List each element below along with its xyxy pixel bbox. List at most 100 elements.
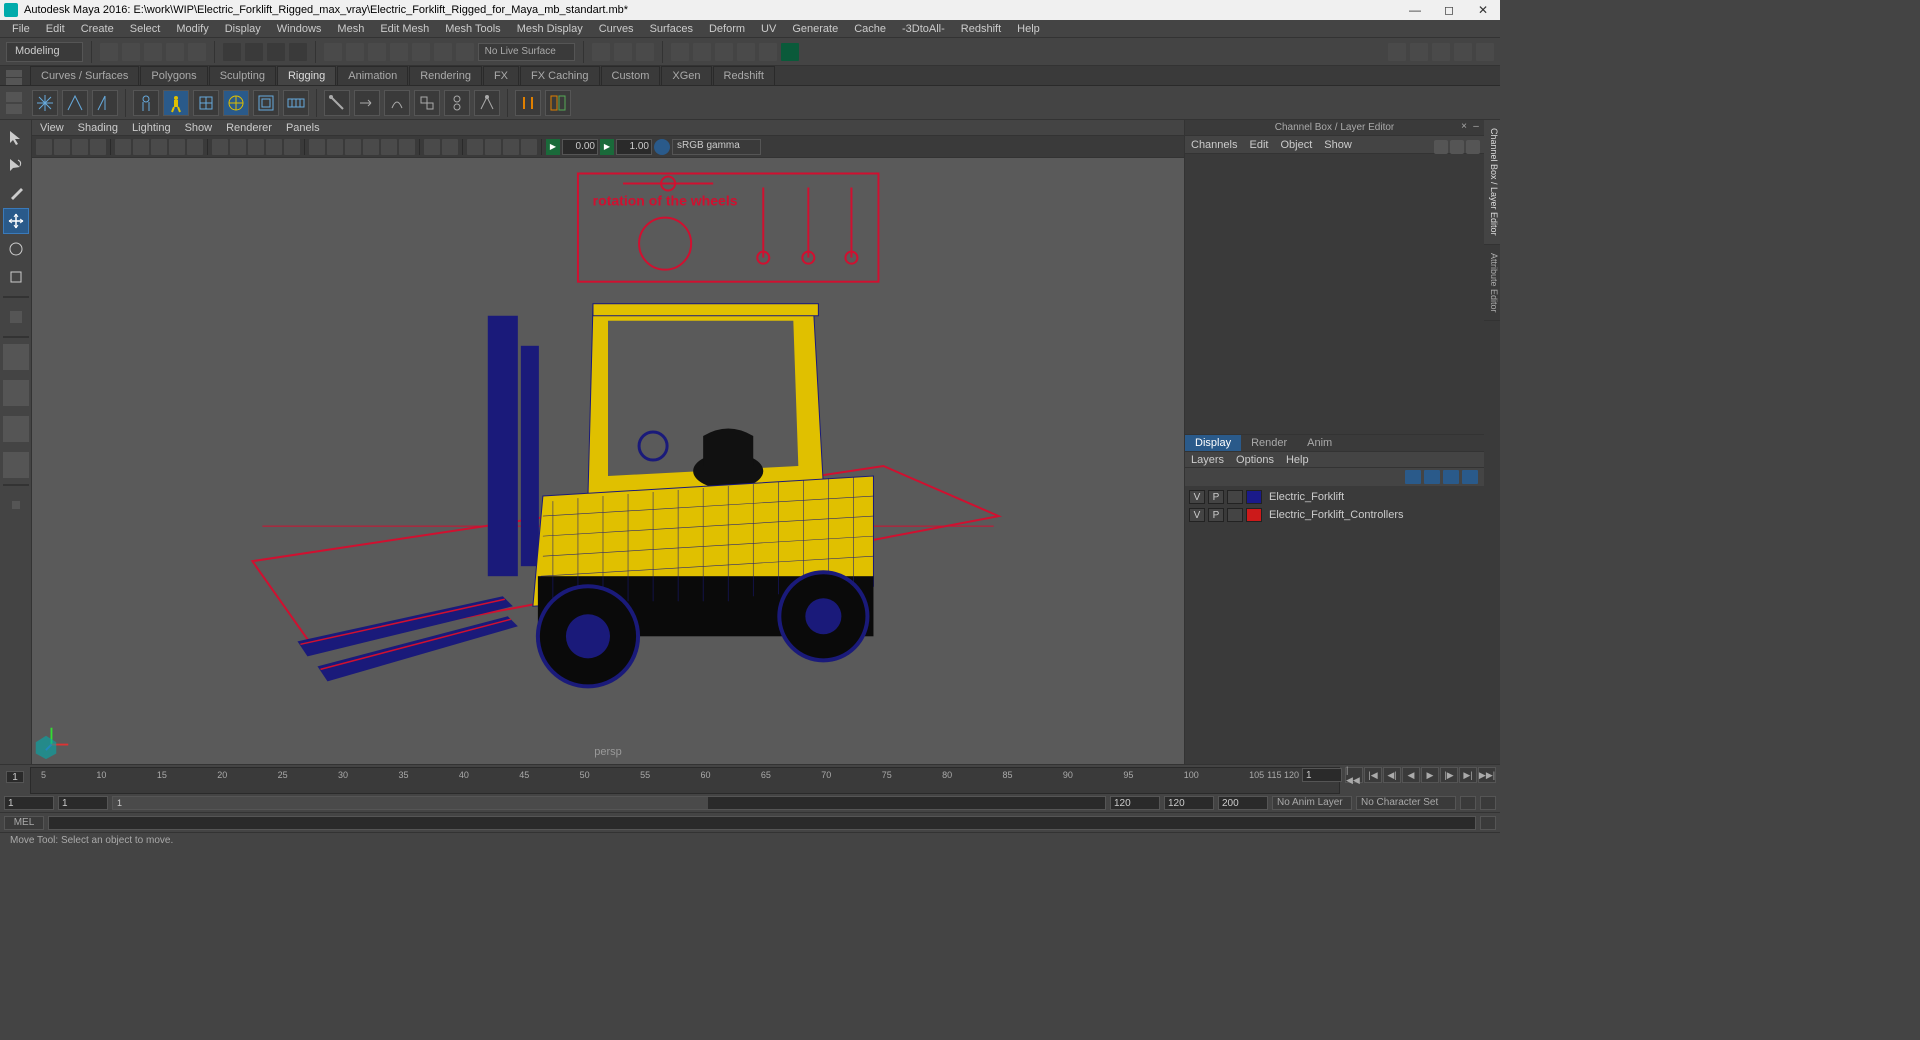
vp-icon[interactable]: [266, 139, 282, 155]
shelf-tab-sculpting[interactable]: Sculpting: [209, 66, 276, 85]
shelf-tab-animation[interactable]: Animation: [337, 66, 408, 85]
ik-spline-icon[interactable]: [92, 90, 118, 116]
render-view-icon[interactable]: [737, 43, 755, 61]
play-fwd-button[interactable]: ▶: [1421, 767, 1439, 783]
layer-vis-toggle[interactable]: V: [1189, 490, 1205, 504]
shelf-editor-icon[interactable]: [6, 92, 22, 114]
shelf-tab-fx[interactable]: FX: [483, 66, 519, 85]
menu-display[interactable]: Display: [217, 21, 269, 37]
channel-menu-channels[interactable]: Channels: [1191, 139, 1237, 151]
channel-menu-object[interactable]: Object: [1280, 139, 1312, 151]
constraint-scale-icon[interactable]: [414, 90, 440, 116]
menu-curves[interactable]: Curves: [591, 21, 642, 37]
menu-edit-mesh[interactable]: Edit Mesh: [372, 21, 437, 37]
render-globals-icon[interactable]: [781, 43, 799, 61]
blend-shape-icon[interactable]: [515, 90, 541, 116]
maximize-button[interactable]: ◻: [1432, 0, 1466, 20]
paint-tool[interactable]: [3, 180, 29, 206]
vp-menu-lighting[interactable]: Lighting: [132, 122, 171, 134]
autokey-icon[interactable]: [1460, 796, 1476, 810]
panel-layout-d-icon[interactable]: [1454, 43, 1472, 61]
snap-point-icon[interactable]: [368, 43, 386, 61]
menu-mesh-display[interactable]: Mesh Display: [509, 21, 591, 37]
toggle-icon-a[interactable]: [614, 43, 632, 61]
layout-grid-c[interactable]: [3, 416, 29, 442]
goto-end-button[interactable]: ▶▶|: [1478, 767, 1496, 783]
layout-grid-d[interactable]: [3, 452, 29, 478]
panel-min-icon[interactable]: –: [1470, 121, 1482, 132]
range-start-a[interactable]: [4, 796, 54, 810]
layer-menu-layers[interactable]: Layers: [1191, 454, 1224, 466]
vp-icon[interactable]: [424, 139, 440, 155]
vp-icon[interactable]: [503, 139, 519, 155]
layout-grid-b[interactable]: [3, 380, 29, 406]
move-tool[interactable]: [3, 208, 29, 234]
shelf-tab-xgen[interactable]: XGen: [661, 66, 711, 85]
render-settings-icon[interactable]: [715, 43, 733, 61]
shelf-tab-redshift[interactable]: Redshift: [713, 66, 775, 85]
color-mgmt-icon[interactable]: [654, 139, 670, 155]
vp-menu-renderer[interactable]: Renderer: [226, 122, 272, 134]
open-scene-icon[interactable]: [122, 43, 140, 61]
layer-playback-toggle[interactable]: P: [1208, 508, 1224, 522]
step-fwd-key-button[interactable]: ▶|: [1459, 767, 1477, 783]
vp-icon[interactable]: [309, 139, 325, 155]
snap-grid-icon[interactable]: [324, 43, 342, 61]
panel-close-icon[interactable]: ×: [1458, 121, 1470, 132]
scale-tool[interactable]: [3, 264, 29, 290]
snap-curve-icon[interactable]: [346, 43, 364, 61]
snap-plane-icon[interactable]: [390, 43, 408, 61]
menu-redshift[interactable]: Redshift: [953, 21, 1009, 37]
cur-frame-left[interactable]: 1: [6, 771, 24, 783]
wrap-icon[interactable]: [253, 90, 279, 116]
layer-tab-display[interactable]: Display: [1185, 435, 1241, 451]
layer-playback-toggle[interactable]: P: [1208, 490, 1224, 504]
layer-tab-render[interactable]: Render: [1241, 435, 1297, 451]
step-back-button[interactable]: ◀|: [1383, 767, 1401, 783]
snap-surface-icon[interactable]: [412, 43, 430, 61]
ik-handle-icon[interactable]: [62, 90, 88, 116]
ipr-render-icon[interactable]: [693, 43, 711, 61]
range-end-b[interactable]: [1164, 796, 1214, 810]
menu-file[interactable]: File: [4, 21, 38, 37]
vp-icon[interactable]: [381, 139, 397, 155]
joint-tool-icon[interactable]: [32, 90, 58, 116]
lasso-tool[interactable]: [3, 152, 29, 178]
panel-layout-b-icon[interactable]: [1410, 43, 1428, 61]
hypershade-icon[interactable]: [759, 43, 777, 61]
select-tool[interactable]: [3, 124, 29, 150]
far-clip-field[interactable]: [616, 139, 652, 155]
vp-menu-view[interactable]: View: [40, 122, 64, 134]
layer-vis-toggle[interactable]: V: [1189, 508, 1205, 522]
layer-icon[interactable]: [1405, 470, 1421, 484]
vp-icon[interactable]: [345, 139, 361, 155]
set-driven-key-icon[interactable]: [545, 90, 571, 116]
menu--dtoall-[interactable]: -3DtoAll-: [894, 21, 953, 37]
shelf-tab-curves-surfaces[interactable]: Curves / Surfaces: [30, 66, 139, 85]
vp-icon[interactable]: [521, 139, 537, 155]
live-surface-select[interactable]: No Live Surface: [478, 43, 575, 61]
panel-layout-e-icon[interactable]: [1476, 43, 1494, 61]
vp-icon[interactable]: [230, 139, 246, 155]
panel-layout-c-icon[interactable]: [1432, 43, 1450, 61]
range-end-a[interactable]: [1110, 796, 1160, 810]
vp-icon[interactable]: [327, 139, 343, 155]
skin-human-icon[interactable]: [163, 90, 189, 116]
vp-icon[interactable]: [248, 139, 264, 155]
character-set-select[interactable]: No Character Set: [1356, 796, 1456, 810]
channel-menu-edit[interactable]: Edit: [1249, 139, 1268, 151]
layer-type-toggle[interactable]: [1227, 490, 1243, 504]
shelf-tab-custom[interactable]: Custom: [601, 66, 661, 85]
new-scene-icon[interactable]: [100, 43, 118, 61]
constraint-aim-icon[interactable]: [354, 90, 380, 116]
constraint-parent-icon[interactable]: [444, 90, 470, 116]
shelf-tab-rendering[interactable]: Rendering: [409, 66, 482, 85]
last-tool[interactable]: [3, 304, 29, 330]
render-frame-icon[interactable]: [671, 43, 689, 61]
lattice-a-icon[interactable]: [193, 90, 219, 116]
live-surface-icon[interactable]: [456, 43, 474, 61]
vp-icon[interactable]: [187, 139, 203, 155]
soft-select-icon[interactable]: [289, 43, 307, 61]
constraint-pole-icon[interactable]: [474, 90, 500, 116]
skin-bind-icon[interactable]: [133, 90, 159, 116]
